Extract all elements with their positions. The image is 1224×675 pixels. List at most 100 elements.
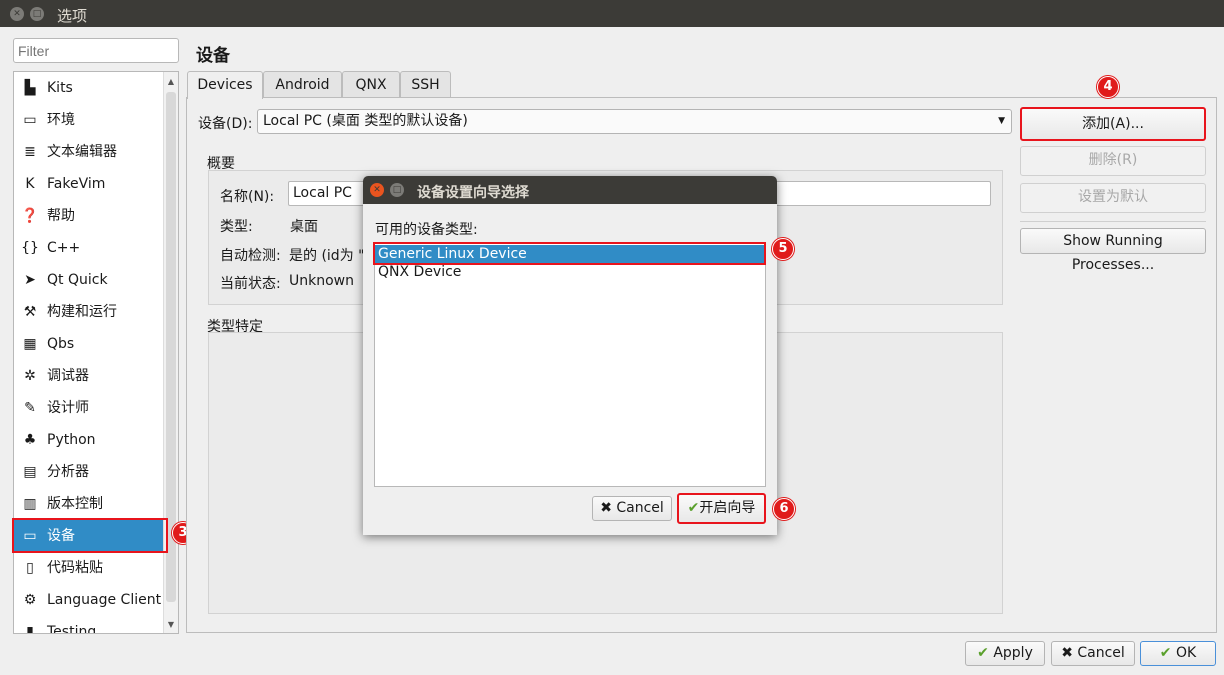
sidebar-item[interactable]: ♣ Python (14, 424, 164, 456)
dialog-close-icon[interactable]: ✕ (370, 183, 384, 197)
tab-devices[interactable]: Devices (187, 71, 263, 99)
device-select-value: Local PC (桌面 类型的默认设备) (263, 113, 468, 129)
cancel-icon: ✖ (1061, 645, 1073, 661)
device-label: 设备(D): (198, 116, 253, 132)
cpp-icon: {} (21, 240, 39, 256)
annotation-badge-6: 6 (773, 498, 795, 520)
tab-qnx[interactable]: QNX (342, 71, 400, 98)
ok-button[interactable]: ✔ OK (1140, 641, 1216, 666)
python-icon: ♣ (23, 432, 37, 448)
sidebar-item[interactable]: ✎ 设计师 (14, 392, 164, 424)
auto-detect-label: 自动检测: (220, 248, 281, 264)
annotation-box-5 (373, 242, 766, 265)
footer-cancel-button[interactable]: ✖ Cancel (1051, 641, 1135, 666)
sidebar-item-label: C++ (47, 240, 81, 256)
annotation-badge-5: 5 (772, 238, 794, 260)
sidebar-item[interactable]: ▙ Kits (14, 72, 164, 104)
close-icon[interactable]: ✕ (10, 7, 24, 21)
apply-button[interactable]: ✔ Apply (965, 641, 1045, 666)
device-wizard-dialog: ✕ □ 设备设置向导选择 可用的设备类型: Generic Linux Devi… (363, 176, 777, 535)
sidebar-item[interactable]: ✲ 调试器 (14, 360, 164, 392)
tab-ssh[interactable]: SSH (400, 71, 451, 98)
sidebar-item-label: 文本编辑器 (47, 144, 117, 160)
device-types-label: 可用的设备类型: (375, 222, 478, 238)
set-default-button[interactable]: 设置为默认 (1020, 183, 1206, 213)
sidebar-item-label: 代码粘贴 (47, 560, 103, 576)
sidebar-item[interactable]: K FakeVim (14, 168, 164, 200)
sidebar-item[interactable]: {} C++ (14, 232, 164, 264)
state-value: Unknown (289, 273, 354, 289)
version-control-icon: ▥ (23, 496, 37, 512)
dialog-title: 设备设置向导选择 (417, 185, 529, 201)
device-select[interactable]: Local PC (桌面 类型的默认设备) ▼ (257, 109, 1012, 134)
type-value: 桌面 (290, 219, 318, 235)
sidebar-item[interactable]: ⚙ Language Client (14, 584, 164, 616)
tab-android[interactable]: Android (263, 71, 342, 98)
sidebar-item-label: Testing (47, 624, 97, 634)
sidebar-item-label: 调试器 (47, 368, 89, 384)
text-editor-icon: ≣ (24, 144, 36, 160)
fakevim-icon: K (25, 176, 35, 192)
sidebar-item-label: Python (47, 432, 96, 448)
qbs-icon: ▦ (23, 336, 37, 352)
bug-icon: ✲ (24, 368, 36, 384)
paste-icon: ▯ (26, 560, 34, 576)
sidebar-item[interactable]: ▥ 版本控制 (14, 488, 164, 520)
testing-icon: ▮ (26, 624, 34, 634)
maximize-icon[interactable]: □ (30, 7, 44, 21)
window-title: 选项 (57, 7, 88, 25)
sidebar-item-label: 环境 (47, 112, 75, 128)
sidebar-item[interactable]: ▮ Testing (14, 616, 164, 634)
qtquick-icon: ➤ (24, 272, 36, 288)
kits-icon: ▙ (24, 80, 36, 96)
sidebar-item-label: Qbs (47, 336, 75, 352)
state-label: 当前状态: (220, 276, 281, 292)
page-title: 设备 (196, 46, 230, 66)
type-label: 类型: (220, 219, 253, 235)
sidebar-item[interactable]: ▭ 环境 (14, 104, 164, 136)
filter-input[interactable] (13, 38, 179, 63)
check-icon: ✔ (1159, 645, 1172, 661)
annotation-badge-4: 4 (1097, 76, 1119, 98)
list-item-qnx[interactable]: QNX Device (375, 264, 765, 281)
sidebar-item-label: 设计师 (47, 400, 89, 416)
divider (1020, 221, 1206, 222)
device-type-list[interactable]: Generic Linux Device QNX Device (374, 242, 766, 487)
sidebar-item-label: 帮助 (47, 208, 75, 224)
dialog-title-bar: ✕ □ 设备设置向导选择 (363, 176, 777, 204)
show-running-processes-button[interactable]: Show Running Processes... (1020, 228, 1206, 273)
cancel-icon: ✖ (600, 500, 617, 516)
sidebar-item[interactable]: ▤ 分析器 (14, 456, 164, 488)
sidebar-item[interactable]: ▯ 代码粘贴 (14, 552, 164, 584)
sidebar-item[interactable]: ⚒ 构建和运行 (14, 296, 164, 328)
sidebar-item-label: Kits (47, 80, 73, 96)
help-icon: ❓ (21, 208, 39, 224)
language-client-icon: ⚙ (23, 592, 37, 608)
annotation-box-3 (12, 518, 168, 553)
cancel-button[interactable]: ✖ Cancel (592, 496, 672, 521)
sidebar-item-label: FakeVim (47, 176, 106, 192)
chevron-down-icon: ▼ (998, 116, 1005, 126)
auto-detect-value: 是的 (id为 " (289, 248, 365, 264)
title-bar: ✕ □ 选项 (0, 0, 1224, 27)
remove-button[interactable]: 删除(R) (1020, 146, 1206, 176)
sidebar-item[interactable]: ❓ 帮助 (14, 200, 164, 232)
sidebar-item-label: 构建和运行 (47, 304, 117, 320)
pen-icon: ✎ (24, 400, 36, 416)
check-icon: ✔ (977, 645, 989, 661)
name-label: 名称(N): (220, 189, 275, 205)
check-icon: ✔ (687, 500, 700, 516)
sidebar-item[interactable]: ≣ 文本编辑器 (14, 136, 164, 168)
start-wizard-button[interactable]: ✔开启向导 (677, 493, 766, 524)
analyzer-icon: ▤ (23, 464, 37, 480)
sidebar-item[interactable]: ▦ Qbs (14, 328, 164, 360)
dialog-maximize-icon[interactable]: □ (390, 183, 404, 197)
sidebar-item-label: Qt Quick (47, 272, 108, 288)
sidebar-item-label: Language Client (47, 592, 162, 608)
hammer-icon: ⚒ (23, 304, 37, 320)
sidebar-item-label: 版本控制 (47, 496, 103, 512)
sidebar-item-label: 分析器 (47, 464, 89, 480)
sidebar-item[interactable]: ➤ Qt Quick (14, 264, 164, 296)
add-button[interactable]: 添加(A)... (1020, 107, 1206, 141)
monitor-icon: ▭ (23, 112, 37, 128)
